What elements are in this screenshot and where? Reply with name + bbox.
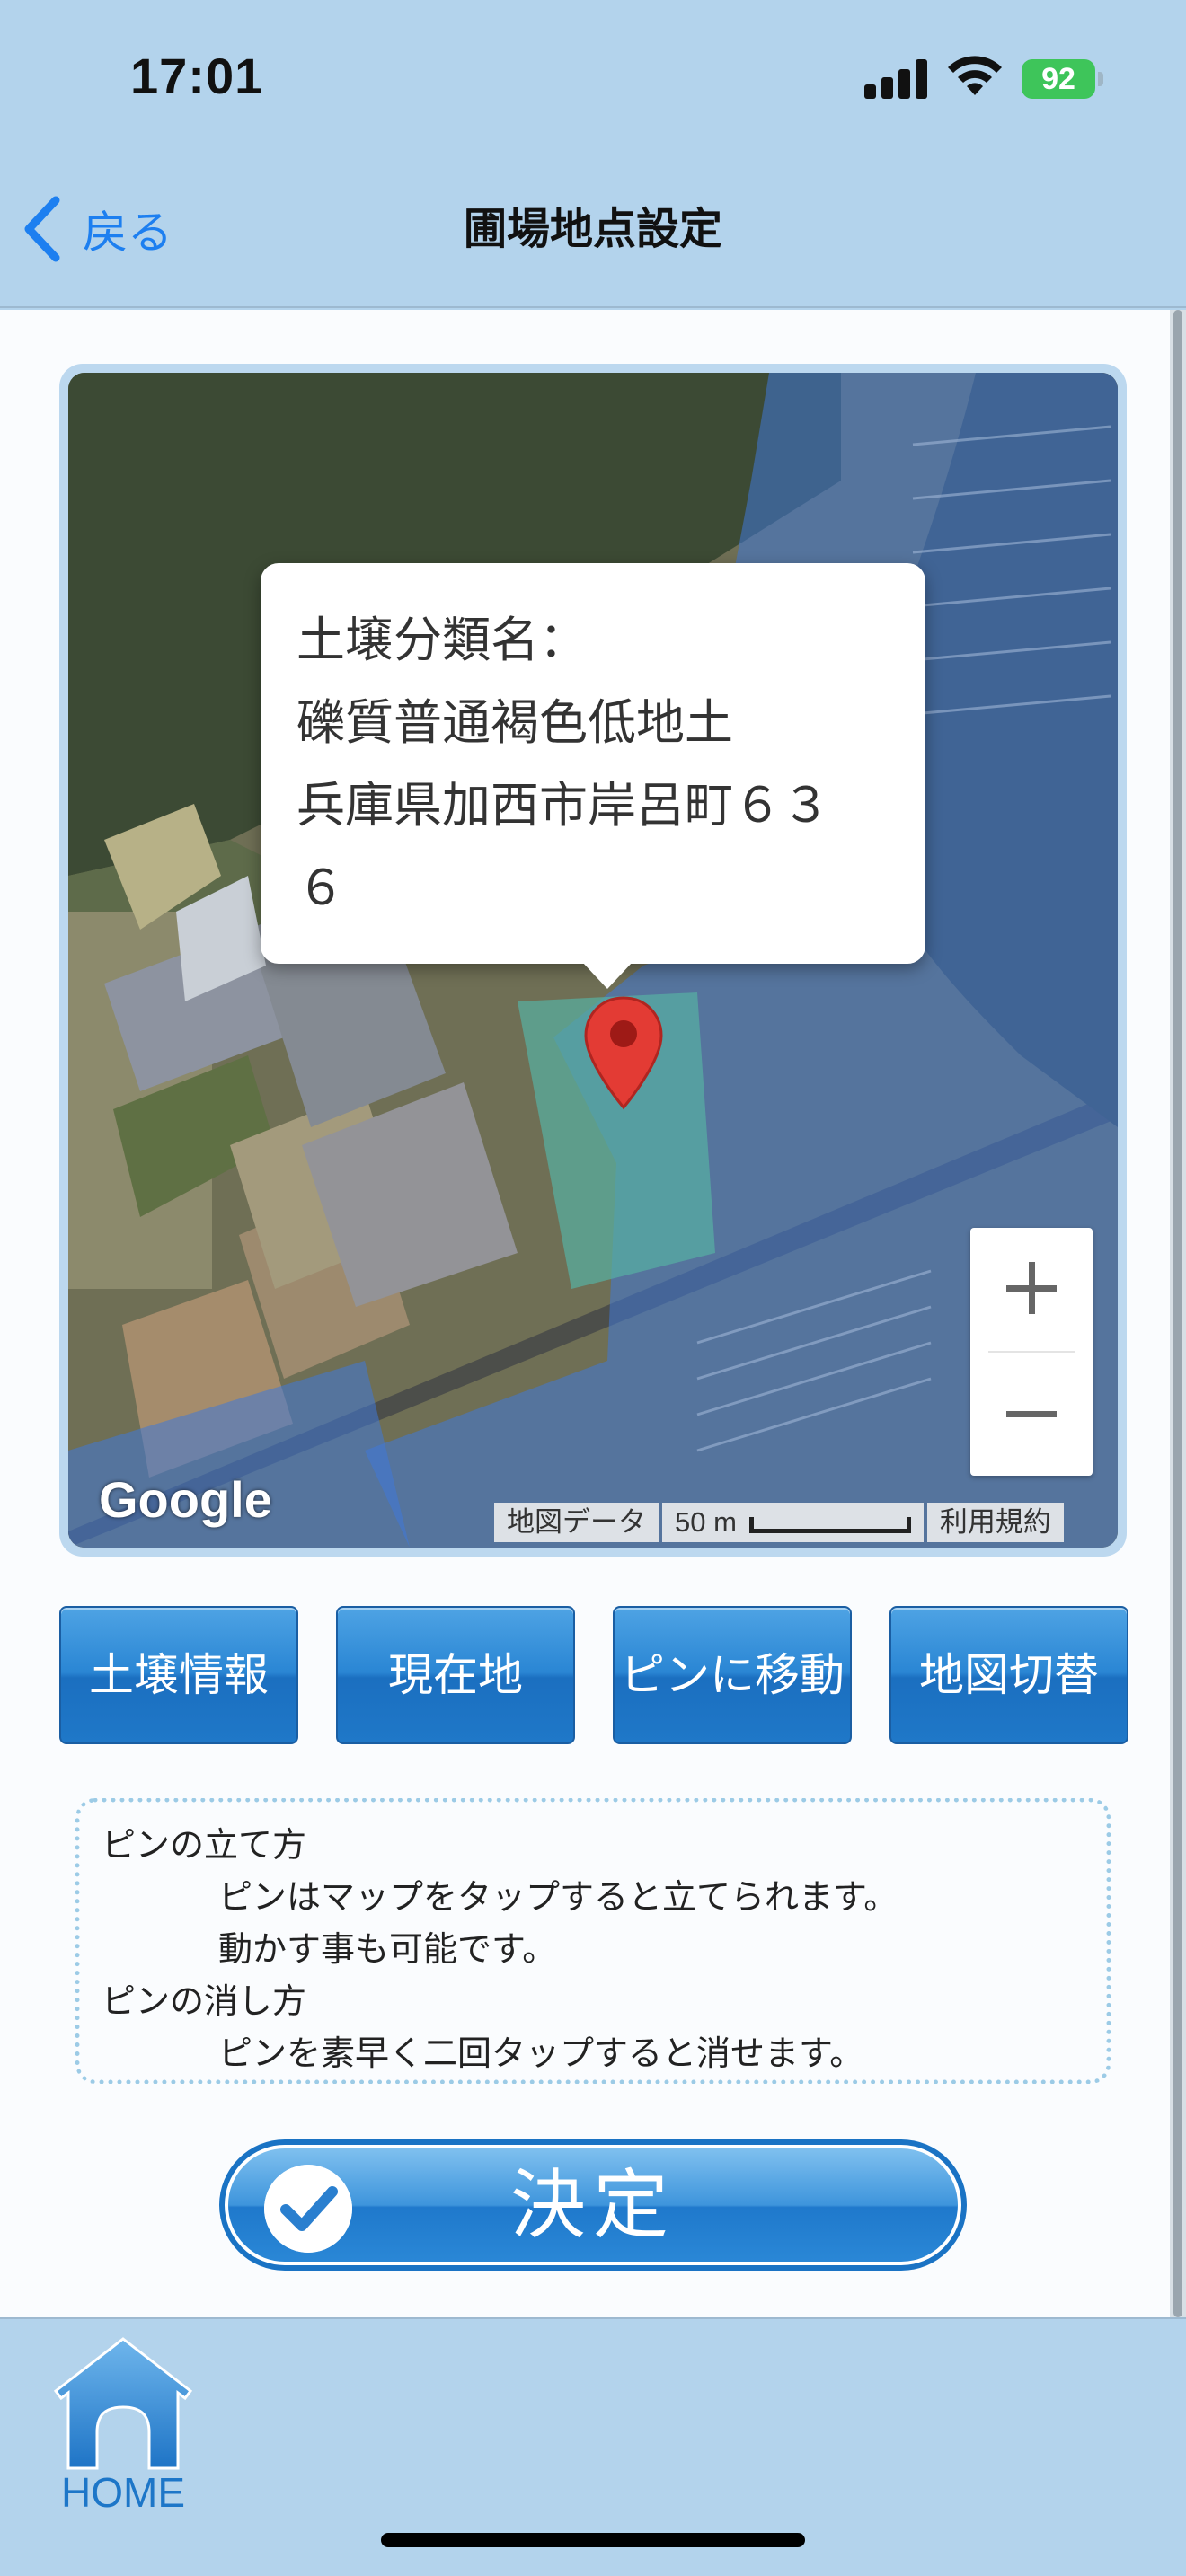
zoom-control [970, 1228, 1093, 1476]
nav-bar: 戻る 圃場地点設定 [0, 157, 1186, 308]
terms-link[interactable]: 利用規約 [926, 1503, 1064, 1542]
pin-remove-line-1: ピンを素早く二回タップすると消せます。 [218, 2033, 864, 2073]
info-window[interactable]: 土壌分類名： 礫質普通褐色低地土 兵庫県加西市岸呂町６３ ６ [261, 563, 925, 989]
zoom-out-button[interactable] [970, 1354, 1093, 1476]
google-logo[interactable]: Google [99, 1470, 272, 1529]
page-title: 圃場地点設定 [463, 204, 722, 254]
pin-place-line-2: 動かす事も可能です。 [218, 1929, 557, 1969]
info-line-address: 兵庫県加西市岸呂町６３ [296, 777, 830, 834]
battery-icon: 92 [1022, 59, 1095, 99]
pin-place-heading: ピンの立て方 [102, 1825, 307, 1865]
zoom-in-button[interactable] [970, 1228, 1093, 1350]
home-indicator[interactable] [381, 2533, 805, 2547]
confirm-button[interactable]: 決定 [219, 2139, 967, 2271]
instructions-box: ピンの立て方 ピンはマップをタップすると立てられます。 動かす事も可能です。 ピ… [75, 1798, 1111, 2084]
info-line-address-cont: ６ [296, 860, 345, 916]
map-frame: 土壌分類名： 礫質普通褐色低地土 兵庫県加西市岸呂町６３ ６ Google 地図… [59, 364, 1127, 1557]
map-data-link[interactable]: 地図データ [494, 1503, 659, 1542]
status-bar: 17:01 92 [0, 0, 1186, 157]
confirm-label: 決定 [509, 2161, 676, 2249]
scale-label: 50 m [675, 1506, 737, 1538]
pin-place-line-1: ピンはマップをタップすると立てられます。 [218, 1877, 898, 1917]
map-view[interactable]: 土壌分類名： 礫質普通褐色低地土 兵庫県加西市岸呂町６３ ６ Google 地図… [68, 373, 1118, 1548]
wifi-icon [948, 56, 1002, 95]
minus-icon [1006, 1411, 1057, 1417]
home-label: HOME [61, 2469, 185, 2516]
home-icon [53, 2337, 193, 2470]
home-button[interactable]: HOME [50, 2333, 196, 2516]
pin-remove-heading: ピンの消し方 [102, 1981, 307, 2021]
info-line-soil-name: 礫質普通褐色低地土 [296, 694, 733, 751]
soil-info-button[interactable]: 土壌情報 [59, 1606, 298, 1744]
info-line-soil-label: 土壌分類名： [296, 612, 588, 668]
battery-level: 92 [1041, 62, 1075, 96]
scrollbar[interactable] [1170, 310, 1186, 2317]
map-attribution: 地図データ 50 m 利用規約 [494, 1503, 1067, 1542]
battery-cap [1098, 72, 1103, 86]
map-pin-icon[interactable] [582, 994, 665, 1113]
move-to-pin-button[interactable]: ピンに移動 [613, 1606, 852, 1744]
action-button-row: 土壌情報 現在地 ピンに移動 地図切替 [59, 1606, 1128, 1744]
current-location-button[interactable]: 現在地 [336, 1606, 575, 1744]
status-time: 17:01 [130, 48, 264, 104]
map-switch-button[interactable]: 地図切替 [890, 1606, 1128, 1744]
scrollbar-thumb[interactable] [1173, 310, 1182, 2317]
map-scale[interactable]: 50 m [662, 1503, 924, 1542]
cellular-signal-icon [864, 59, 927, 99]
zoom-divider [988, 1351, 1075, 1353]
scale-bar [748, 1517, 911, 1533]
